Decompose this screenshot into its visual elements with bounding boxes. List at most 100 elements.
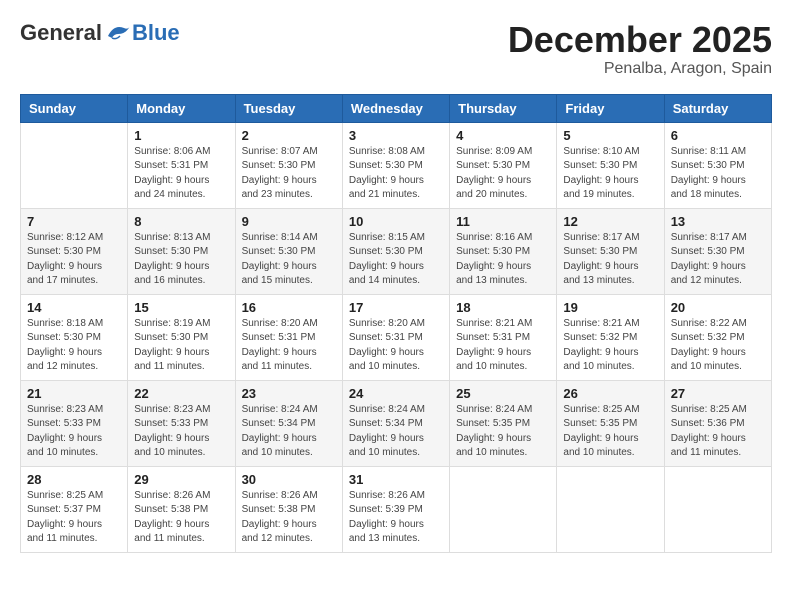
day-info: Sunrise: 8:21 AM Sunset: 5:31 PM Dayligh… xyxy=(456,317,550,375)
calendar-cell: 25 Sunrise: 8:24 AM Sunset: 5:35 PM Dayli… xyxy=(450,380,557,466)
calendar-cell: 21Sunrise: 8:23 AM Sunset: 5:33 PM Dayli… xyxy=(21,380,128,466)
calendar-cell: 15Sunrise: 8:19 AM Sunset: 5:30 PM Dayli… xyxy=(128,294,235,380)
title-block: December 2025 Penalba, Aragon, Spain xyxy=(508,20,772,78)
day-info: Sunrise: 8:18 AM Sunset: 5:30 PM Dayligh… xyxy=(27,317,121,375)
day-info: Sunrise: 8:17 AM Sunset: 5:30 PM Dayligh… xyxy=(671,231,765,289)
calendar-week-row: 1 Sunrise: 8:06 AM Sunset: 5:31 PM Daylig… xyxy=(21,122,772,208)
day-number: 21 xyxy=(27,386,121,401)
day-info: Sunrise: 8:17 AM Sunset: 5:30 PM Dayligh… xyxy=(563,231,657,289)
day-info: Sunrise: 8:24 AM Sunset: 5:35 PM Dayligh… xyxy=(456,403,550,461)
calendar-cell: 12 Sunrise: 8:17 AM Sunset: 5:30 PM Dayli… xyxy=(557,208,664,294)
col-monday: Monday xyxy=(128,94,235,122)
day-number: 28 xyxy=(27,472,121,487)
day-info: Sunrise: 8:24 AM Sunset: 5:34 PM Dayligh… xyxy=(242,403,336,461)
day-number: 2 xyxy=(242,128,336,143)
day-info: Sunrise: 8:07 AM Sunset: 5:30 PM Dayligh… xyxy=(242,145,336,203)
day-number: 6 xyxy=(671,128,765,143)
calendar-cell: 2 Sunrise: 8:07 AM Sunset: 5:30 PM Daylig… xyxy=(235,122,342,208)
day-number: 20 xyxy=(671,300,765,315)
calendar-week-row: 21 Sunrise: 8:23 AM Sunset: 5:33 PM Dayli… xyxy=(21,380,772,466)
day-number: 1 xyxy=(134,128,228,143)
day-info: Sunrise: 8:11 AM Sunset: 5:30 PM Dayligh… xyxy=(671,145,765,203)
day-info: Sunrise: 8:26 AM Sunset: 5:38 PM Dayligh… xyxy=(134,489,228,547)
calendar-cell xyxy=(664,466,771,552)
day-number: 16 xyxy=(242,300,336,315)
day-info: Sunrise: 8:25 AM Sunset: 5:35 PM Dayligh… xyxy=(563,403,657,461)
day-number: 24 xyxy=(349,386,443,401)
calendar-cell: 7Sunrise: 8:12 AM Sunset: 5:30 PM Daylig… xyxy=(21,208,128,294)
calendar-body: 1 Sunrise: 8:06 AM Sunset: 5:31 PM Daylig… xyxy=(21,122,772,552)
calendar-cell: 13 Sunrise: 8:17 AM Sunset: 5:30 PM Dayli… xyxy=(664,208,771,294)
day-number: 18 xyxy=(456,300,550,315)
day-number: 3 xyxy=(349,128,443,143)
day-info: Sunrise: 8:08 AM Sunset: 5:30 PM Dayligh… xyxy=(349,145,443,203)
day-number: 8 xyxy=(134,214,228,229)
calendar-cell: 20Sunrise: 8:22 AM Sunset: 5:32 PM Dayli… xyxy=(664,294,771,380)
day-number: 29 xyxy=(134,472,228,487)
calendar-cell: 1 Sunrise: 8:06 AM Sunset: 5:31 PM Daylig… xyxy=(128,122,235,208)
col-wednesday: Wednesday xyxy=(342,94,449,122)
day-number: 10 xyxy=(349,214,443,229)
calendar-week-row: 28Sunrise: 8:25 AM Sunset: 5:37 PM Dayli… xyxy=(21,466,772,552)
day-info: Sunrise: 8:26 AM Sunset: 5:39 PM Dayligh… xyxy=(349,489,443,547)
calendar-cell: 11 Sunrise: 8:16 AM Sunset: 5:30 PM Dayli… xyxy=(450,208,557,294)
day-number: 27 xyxy=(671,386,765,401)
day-number: 11 xyxy=(456,214,550,229)
calendar-cell: 26Sunrise: 8:25 AM Sunset: 5:35 PM Dayli… xyxy=(557,380,664,466)
col-friday: Friday xyxy=(557,94,664,122)
calendar-cell: 27 Sunrise: 8:25 AM Sunset: 5:36 PM Dayli… xyxy=(664,380,771,466)
day-number: 5 xyxy=(563,128,657,143)
calendar-cell xyxy=(21,122,128,208)
day-number: 13 xyxy=(671,214,765,229)
day-number: 12 xyxy=(563,214,657,229)
calendar-cell xyxy=(557,466,664,552)
calendar-cell: 14 Sunrise: 8:18 AM Sunset: 5:30 PM Dayli… xyxy=(21,294,128,380)
calendar-table: Sunday Monday Tuesday Wednesday Thursday… xyxy=(20,94,772,553)
calendar-cell: 19 Sunrise: 8:21 AM Sunset: 5:32 PM Dayli… xyxy=(557,294,664,380)
calendar-cell xyxy=(450,466,557,552)
calendar-header-row: Sunday Monday Tuesday Wednesday Thursday… xyxy=(21,94,772,122)
calendar-cell: 31 Sunrise: 8:26 AM Sunset: 5:39 PM Dayli… xyxy=(342,466,449,552)
calendar-cell: 9 Sunrise: 8:14 AM Sunset: 5:30 PM Daylig… xyxy=(235,208,342,294)
day-info: Sunrise: 8:24 AM Sunset: 5:34 PM Dayligh… xyxy=(349,403,443,461)
day-number: 15 xyxy=(134,300,228,315)
calendar-cell: 29 Sunrise: 8:26 AM Sunset: 5:38 PM Dayli… xyxy=(128,466,235,552)
day-info: Sunrise: 8:14 AM Sunset: 5:30 PM Dayligh… xyxy=(242,231,336,289)
calendar-cell: 22Sunrise: 8:23 AM Sunset: 5:33 PM Dayli… xyxy=(128,380,235,466)
day-info: Sunrise: 8:09 AM Sunset: 5:30 PM Dayligh… xyxy=(456,145,550,203)
calendar-cell: 23Sunrise: 8:24 AM Sunset: 5:34 PM Dayli… xyxy=(235,380,342,466)
page-header: General Blue December 2025 Penalba, Arag… xyxy=(20,20,772,78)
month-title: December 2025 xyxy=(508,20,772,60)
location-title: Penalba, Aragon, Spain xyxy=(508,60,772,78)
calendar-cell: 16 Sunrise: 8:20 AM Sunset: 5:31 PM Dayli… xyxy=(235,294,342,380)
day-number: 19 xyxy=(563,300,657,315)
day-info: Sunrise: 8:13 AM Sunset: 5:30 PM Dayligh… xyxy=(134,231,228,289)
day-info: Sunrise: 8:23 AM Sunset: 5:33 PM Dayligh… xyxy=(134,403,228,461)
col-thursday: Thursday xyxy=(450,94,557,122)
calendar-week-row: 7Sunrise: 8:12 AM Sunset: 5:30 PM Daylig… xyxy=(21,208,772,294)
logo-bird-icon xyxy=(104,22,132,44)
day-info: Sunrise: 8:20 AM Sunset: 5:31 PM Dayligh… xyxy=(349,317,443,375)
calendar-cell: 18 Sunrise: 8:21 AM Sunset: 5:31 PM Dayli… xyxy=(450,294,557,380)
day-number: 4 xyxy=(456,128,550,143)
day-info: Sunrise: 8:16 AM Sunset: 5:30 PM Dayligh… xyxy=(456,231,550,289)
day-number: 25 xyxy=(456,386,550,401)
day-info: Sunrise: 8:20 AM Sunset: 5:31 PM Dayligh… xyxy=(242,317,336,375)
day-number: 30 xyxy=(242,472,336,487)
day-number: 31 xyxy=(349,472,443,487)
col-sunday: Sunday xyxy=(21,94,128,122)
day-info: Sunrise: 8:21 AM Sunset: 5:32 PM Dayligh… xyxy=(563,317,657,375)
day-info: Sunrise: 8:25 AM Sunset: 5:36 PM Dayligh… xyxy=(671,403,765,461)
calendar-cell: 28Sunrise: 8:25 AM Sunset: 5:37 PM Dayli… xyxy=(21,466,128,552)
calendar-cell: 17 Sunrise: 8:20 AM Sunset: 5:31 PM Dayli… xyxy=(342,294,449,380)
day-number: 14 xyxy=(27,300,121,315)
day-info: Sunrise: 8:12 AM Sunset: 5:30 PM Dayligh… xyxy=(27,231,121,289)
col-saturday: Saturday xyxy=(664,94,771,122)
day-number: 17 xyxy=(349,300,443,315)
logo: General Blue xyxy=(20,20,180,46)
calendar-cell: 8 Sunrise: 8:13 AM Sunset: 5:30 PM Daylig… xyxy=(128,208,235,294)
day-number: 9 xyxy=(242,214,336,229)
calendar-cell: 5Sunrise: 8:10 AM Sunset: 5:30 PM Daylig… xyxy=(557,122,664,208)
calendar-cell: 10Sunrise: 8:15 AM Sunset: 5:30 PM Dayli… xyxy=(342,208,449,294)
day-info: Sunrise: 8:06 AM Sunset: 5:31 PM Dayligh… xyxy=(134,145,228,203)
